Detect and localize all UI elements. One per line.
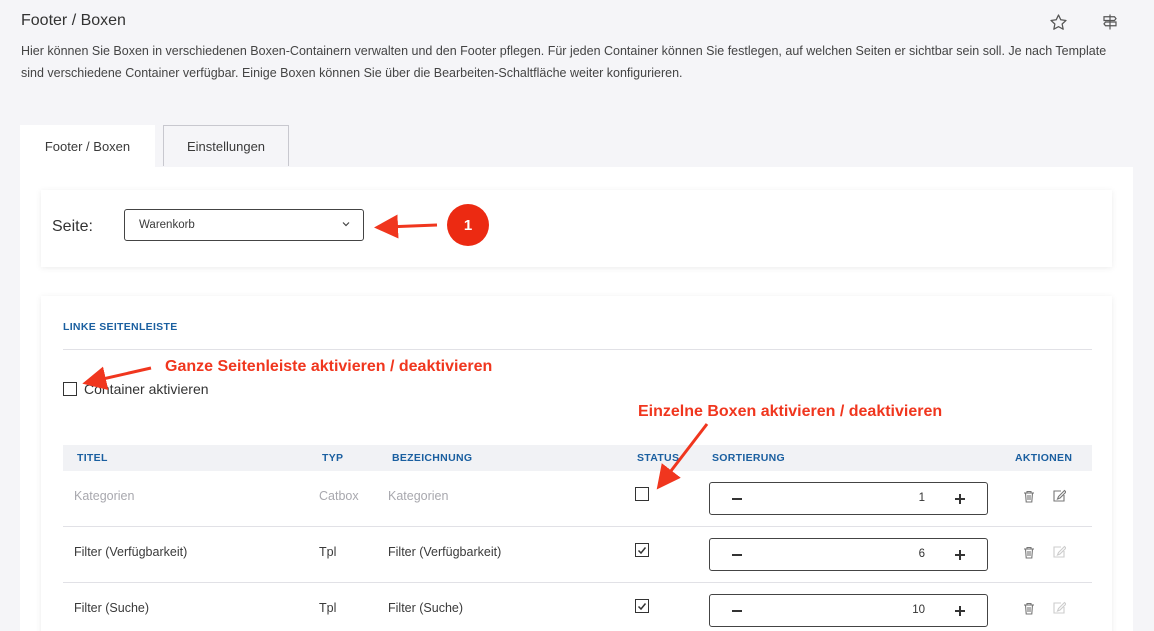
column-header-status: STATUS bbox=[637, 452, 680, 464]
trash-icon[interactable] bbox=[1021, 544, 1037, 560]
container-checkbox[interactable] bbox=[63, 382, 77, 396]
sort-stepper: 1 bbox=[709, 482, 988, 515]
row-name: Filter (Suche) bbox=[388, 601, 464, 615]
edit-icon bbox=[1051, 544, 1067, 560]
row-name: Filter (Verfügbarkeit) bbox=[388, 545, 502, 559]
sort-value[interactable]: 1 bbox=[919, 492, 925, 504]
edit-icon[interactable] bbox=[1051, 488, 1067, 504]
tab-panel: Seite: Warenkorb LINKE SEITENLEISTE Cont… bbox=[20, 167, 1133, 631]
sort-value[interactable]: 6 bbox=[919, 548, 925, 560]
page-select-value: Warenkorb bbox=[139, 219, 195, 231]
annotation-badge: 1 bbox=[447, 204, 489, 246]
page-title: Footer / Boxen bbox=[21, 12, 126, 29]
row-name: Kategorien bbox=[388, 489, 449, 503]
column-header-title: TITEL bbox=[77, 452, 108, 464]
tab-bar: Footer / Boxen Einstellungen bbox=[20, 125, 289, 167]
page-select-label: Seite: bbox=[52, 218, 93, 235]
table-row: Filter (Suche) Tpl Filter (Suche) 10 bbox=[63, 583, 1092, 631]
trash-icon[interactable] bbox=[1021, 600, 1037, 616]
column-header-actions: AKTIONEN bbox=[1015, 452, 1073, 464]
table-header: TITEL TYP BEZEICHNUNG STATUS SORTIERUNG … bbox=[63, 445, 1092, 471]
plus-icon[interactable] bbox=[949, 600, 971, 622]
column-header-type: TYP bbox=[322, 452, 344, 464]
table-row: Kategorien Catbox Kategorien 1 bbox=[63, 471, 1092, 527]
minus-icon[interactable] bbox=[726, 488, 748, 510]
star-icon[interactable] bbox=[1048, 12, 1068, 32]
minus-icon[interactable] bbox=[726, 600, 748, 622]
annotation-sidebar-note: Ganze Seitenleiste aktivieren / deaktivi… bbox=[165, 358, 493, 375]
row-type: Tpl bbox=[319, 545, 337, 559]
chevron-down-icon bbox=[341, 219, 351, 232]
divider bbox=[63, 349, 1092, 350]
edit-icon bbox=[1051, 600, 1067, 616]
row-title: Kategorien bbox=[74, 489, 135, 503]
minus-icon[interactable] bbox=[726, 544, 748, 566]
signpost-icon[interactable] bbox=[1100, 12, 1120, 32]
section-title: LINKE SEITENLEISTE bbox=[63, 321, 178, 333]
status-checkbox[interactable] bbox=[635, 599, 649, 613]
sort-value[interactable]: 10 bbox=[912, 604, 925, 616]
annotation-boxes-note: Einzelne Boxen aktivieren / deaktivieren bbox=[638, 403, 943, 420]
row-type: Catbox bbox=[319, 489, 359, 503]
page-select[interactable]: Warenkorb bbox=[124, 209, 364, 241]
plus-icon[interactable] bbox=[949, 488, 971, 510]
container-label: Container aktivieren bbox=[84, 381, 209, 397]
column-header-sort: SORTIERUNG bbox=[712, 452, 786, 464]
page-description: Hier können Sie Boxen in verschiedenen B… bbox=[21, 44, 1107, 80]
checkmark-icon bbox=[637, 546, 647, 554]
row-title: Filter (Verfügbarkeit) bbox=[74, 545, 188, 559]
tab-footer-boxen[interactable]: Footer / Boxen bbox=[20, 125, 155, 167]
tab-einstellungen[interactable]: Einstellungen bbox=[163, 125, 289, 166]
plus-icon[interactable] bbox=[949, 544, 971, 566]
table-row: Filter (Verfügbarkeit) Tpl Filter (Verfü… bbox=[63, 527, 1092, 583]
row-title: Filter (Suche) bbox=[74, 601, 150, 615]
status-checkbox[interactable] bbox=[635, 487, 649, 501]
row-type: Tpl bbox=[319, 601, 337, 615]
status-checkbox[interactable] bbox=[635, 543, 649, 557]
sort-stepper: 6 bbox=[709, 538, 988, 571]
column-header-name: BEZEICHNUNG bbox=[392, 452, 473, 464]
checkmark-icon bbox=[637, 602, 647, 610]
trash-icon[interactable] bbox=[1021, 488, 1037, 504]
sort-stepper: 10 bbox=[709, 594, 988, 627]
container-card: LINKE SEITENLEISTE Container aktivieren … bbox=[41, 296, 1112, 631]
